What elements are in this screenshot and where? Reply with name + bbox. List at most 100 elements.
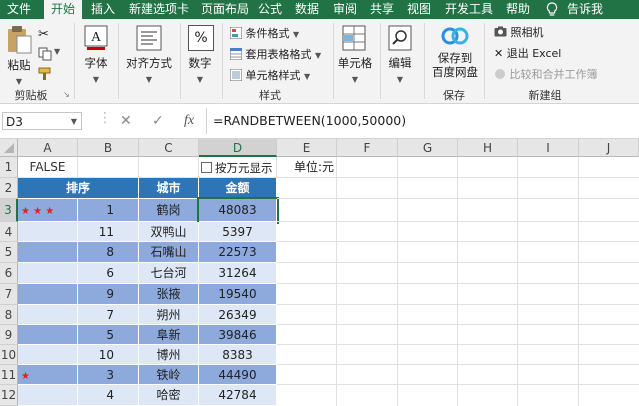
tab-data[interactable]: 数据 [292, 0, 322, 19]
row-header-12[interactable]: 12 [0, 385, 18, 406]
column-header-f[interactable]: F [337, 139, 398, 157]
cut-icon[interactable]: ✂ [38, 27, 49, 42]
tab-file[interactable]: 文件 [0, 0, 38, 19]
table-cell-rank[interactable]: 3 [78, 365, 139, 385]
row-header-8[interactable]: 8 [0, 305, 18, 325]
tab-page-layout[interactable]: 页面布局 [198, 0, 252, 19]
row-header-6[interactable]: 6 [0, 263, 18, 284]
table-cell-rank[interactable]: 5 [78, 325, 139, 345]
format-painter-icon[interactable] [38, 67, 54, 84]
tab-new-tab[interactable]: 新建选项卡 [124, 0, 194, 19]
row-header-7[interactable]: 7 [0, 284, 18, 305]
enter-icon[interactable]: ✓ [152, 113, 164, 129]
alignment-button[interactable]: 对齐方式 ▼ [124, 55, 174, 85]
column-header-i[interactable]: I [518, 139, 579, 157]
cell-a1[interactable]: FALSE [18, 157, 78, 178]
paste-button[interactable]: 粘贴 ▼ [4, 57, 34, 87]
table-cell-amount[interactable]: 44490 [199, 365, 277, 385]
table-cell-stars[interactable] [18, 242, 78, 263]
name-box[interactable]: D3 ▼ [2, 112, 82, 130]
dialog-launcher-icon[interactable]: ↘ [63, 90, 70, 99]
table-cell-city[interactable]: 石嘴山 [139, 242, 199, 263]
column-header-e[interactable]: E [277, 139, 337, 157]
tab-share[interactable]: 共享 [367, 0, 397, 19]
table-cell-stars[interactable] [18, 325, 78, 345]
table-cell-city[interactable]: 双鸭山 [139, 222, 199, 242]
row-header-4[interactable]: 4 [0, 222, 18, 242]
copy-dropdown-icon[interactable]: ▼ [54, 47, 60, 56]
number-format-button[interactable]: 数字 ▼ [184, 55, 216, 85]
column-header-h[interactable]: H [458, 139, 518, 157]
table-cell-city[interactable]: 博州 [139, 345, 199, 365]
table-cell-stars[interactable] [18, 305, 78, 325]
copy-icon[interactable] [38, 47, 52, 64]
font-button[interactable]: 字体 ▼ [80, 55, 112, 85]
tab-view[interactable]: 视图 [404, 0, 434, 19]
cell-e1[interactable]: 单位:元 [294, 157, 334, 178]
formula-input[interactable]: =RANDBETWEEN(1000,50000) [213, 112, 406, 130]
table-cell-city[interactable]: 鹤岗 [139, 199, 199, 222]
table-cell-rank[interactable]: 7 [78, 305, 139, 325]
cancel-icon[interactable]: ✕ [120, 113, 132, 129]
cell-d1-checkbox[interactable]: 按万元显示 [201, 160, 273, 176]
column-header-j[interactable]: J [579, 139, 639, 157]
table-cell-city[interactable]: 朔州 [139, 305, 199, 325]
table-cell-stars[interactable] [18, 263, 78, 284]
column-header-c[interactable]: C [139, 139, 199, 157]
table-cell-stars[interactable]: ★ ★ ★ [18, 199, 78, 222]
table-cell-stars[interactable] [18, 222, 78, 242]
table-cell-rank[interactable]: 8 [78, 242, 139, 263]
conditional-format-button[interactable]: 条件格式 ▼ [229, 25, 299, 41]
table-cell-city[interactable]: 阜新 [139, 325, 199, 345]
row-header-2[interactable]: 2 [0, 178, 18, 199]
table-cell-amount[interactable]: 19540 [199, 284, 277, 305]
insert-function-icon[interactable]: fx [184, 113, 194, 129]
table-cell-rank[interactable]: 6 [78, 263, 139, 284]
table-cell-city[interactable]: 张掖 [139, 284, 199, 305]
tab-review[interactable]: 审阅 [330, 0, 360, 19]
tab-home[interactable]: 开始 [44, 0, 82, 19]
table-cell-stars[interactable] [18, 385, 78, 406]
paste-icon[interactable] [6, 25, 32, 58]
table-cell-amount[interactable]: 22573 [199, 242, 277, 263]
tab-insert[interactable]: 插入 [86, 0, 120, 19]
column-header-b[interactable]: B [78, 139, 139, 157]
cells-icon[interactable] [342, 25, 366, 54]
font-icon[interactable]: A [84, 25, 108, 54]
table-cell-stars[interactable] [18, 345, 78, 365]
cells-button[interactable]: 单元格 ▼ [336, 55, 374, 85]
tab-tell-me[interactable]: 告诉我 [565, 0, 605, 19]
checkbox-icon[interactable] [201, 162, 212, 173]
tab-developer[interactable]: 开发工具 [441, 0, 497, 19]
header-amount[interactable]: 金额 [199, 178, 277, 199]
search-icon[interactable] [388, 25, 412, 54]
column-header-d[interactable]: D [199, 139, 277, 157]
exit-excel-button[interactable]: ✕ 退出 Excel [494, 45, 561, 61]
tab-help[interactable]: 帮助 [503, 0, 533, 19]
row-header-9[interactable]: 9 [0, 325, 18, 345]
lightbulb-icon[interactable] [541, 0, 563, 19]
column-header-g[interactable]: G [398, 139, 458, 157]
table-cell-stars[interactable]: ★ [18, 365, 78, 385]
table-cell-rank[interactable]: 10 [78, 345, 139, 365]
editing-button[interactable]: 编辑 ▼ [384, 55, 416, 85]
table-cell-city[interactable]: 哈密 [139, 385, 199, 406]
table-cell-rank[interactable]: 9 [78, 284, 139, 305]
table-cell-rank[interactable]: 4 [78, 385, 139, 406]
table-cell-city[interactable]: 七台河 [139, 263, 199, 284]
percent-icon[interactable]: % [188, 25, 214, 51]
table-cell-rank[interactable]: 1 [78, 199, 139, 222]
cell-styles-button[interactable]: 单元格样式 ▼ [229, 67, 310, 83]
header-rank[interactable]: 排序 [18, 178, 139, 199]
row-header-3[interactable]: 3 [0, 199, 18, 222]
format-as-table-button[interactable]: 套用表格格式 ▼ [229, 46, 321, 62]
align-icon[interactable] [136, 25, 162, 54]
column-header-a[interactable]: A [18, 139, 78, 157]
save-to-baidu-button[interactable]: 保存到 百度网盘 [430, 51, 480, 79]
baidu-netdisk-icon[interactable] [441, 24, 469, 51]
camera-button[interactable]: 照相机 [494, 24, 544, 40]
row-header-1[interactable]: 1 [0, 157, 18, 178]
table-cell-amount[interactable]: 42784 [199, 385, 277, 406]
table-cell-stars[interactable] [18, 284, 78, 305]
table-cell-amount[interactable]: 48083 [197, 197, 279, 224]
